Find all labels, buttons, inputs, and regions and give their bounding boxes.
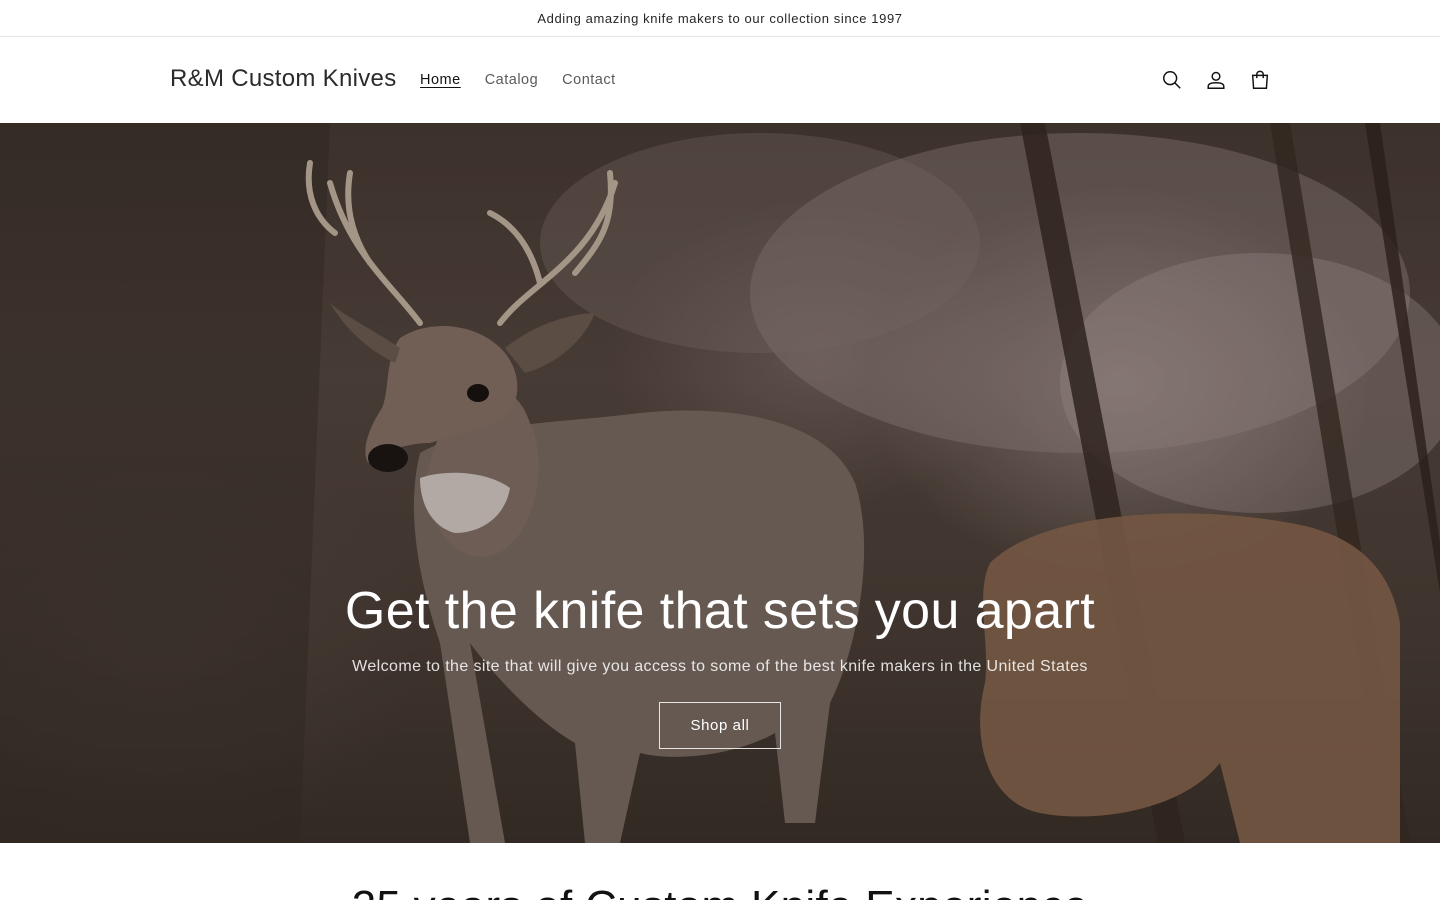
nav-contact[interactable]: Contact xyxy=(550,70,627,90)
nav-home[interactable]: Home xyxy=(408,70,473,90)
search-button[interactable] xyxy=(1150,58,1194,102)
search-icon xyxy=(1163,71,1181,89)
hero-content: Get the knife that sets you apart Welcom… xyxy=(0,578,1440,749)
announcement-text: Adding amazing knife makers to our colle… xyxy=(537,10,903,26)
cart-icon xyxy=(1251,70,1269,89)
announcement-bar: Adding amazing knife makers to our colle… xyxy=(0,0,1440,37)
cart-button[interactable] xyxy=(1238,58,1282,102)
account-button[interactable] xyxy=(1194,58,1238,102)
about-heading: 25 years of Custom Knife Experience xyxy=(0,881,1440,900)
hero-title: Get the knife that sets you apart xyxy=(344,582,1096,640)
hero-subtitle: Welcome to the site that will give you a… xyxy=(352,657,1088,675)
nav-catalog[interactable]: Catalog xyxy=(473,70,550,90)
about-section: 25 years of Custom Knife Experience xyxy=(0,843,1440,900)
site-logo[interactable]: R&M Custom Knives xyxy=(170,65,397,93)
header-icons xyxy=(1150,58,1282,102)
main-nav: Home Catalog Contact xyxy=(408,70,628,90)
hero-banner: Get the knife that sets you apart Welcom… xyxy=(0,123,1440,843)
account-icon xyxy=(1207,71,1225,89)
site-header: R&M Custom Knives Home Catalog Contact xyxy=(0,38,1440,123)
shop-all-button[interactable]: Shop all xyxy=(659,701,781,749)
